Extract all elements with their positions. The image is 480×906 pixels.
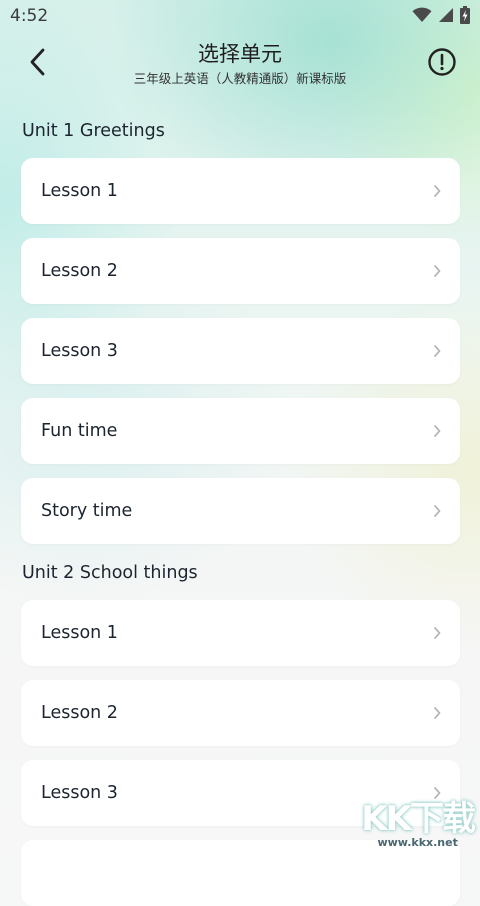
lesson-label: Lesson 2: [41, 703, 118, 723]
watermark-logo: KK下载: [361, 799, 476, 839]
lesson-item[interactable]: Lesson 3: [21, 318, 460, 384]
lesson-label: Lesson 2: [41, 261, 118, 281]
unit-title: Unit 1 Greetings: [22, 121, 165, 141]
lesson-label: Lesson 3: [41, 341, 118, 361]
unit-section: Unit 1 Greetings Lesson 1 Lesson 2 Lesso…: [0, 102, 480, 544]
lesson-label: Lesson 1: [41, 623, 118, 643]
chevron-right-icon: [432, 626, 442, 640]
battery-charging-icon: [460, 6, 470, 28]
lesson-label: Story time: [41, 501, 133, 521]
page-subtitle: 三年级上英语（人教精通版）新课标版: [133, 71, 347, 86]
info-circle-icon: [427, 47, 457, 81]
unit-list: Unit 1 Greetings Lesson 1 Lesson 2 Lesso…: [0, 102, 480, 906]
watermark-site: www.kkx.net: [377, 836, 458, 849]
watermark: KK下载 www.kkx.net: [361, 791, 476, 849]
lesson-item[interactable]: Lesson 1: [21, 158, 460, 224]
lesson-item[interactable]: Lesson 2: [21, 680, 460, 746]
lesson-item[interactable]: Lesson 2: [21, 238, 460, 304]
page-title: 选择单元: [198, 42, 282, 66]
chevron-right-icon: [432, 706, 442, 720]
signal-icon: [438, 7, 454, 27]
lesson-item[interactable]: Fun time: [21, 398, 460, 464]
lesson-item-partial[interactable]: [21, 840, 460, 906]
lesson-item[interactable]: Lesson 1: [21, 600, 460, 666]
chevron-right-icon: [432, 424, 442, 438]
info-button[interactable]: [422, 44, 462, 84]
chevron-right-icon: [432, 184, 442, 198]
header: 选择单元 三年级上英语（人教精通版）新课标版: [0, 32, 480, 102]
chevron-right-icon: [432, 264, 442, 278]
lesson-item[interactable]: Story time: [21, 478, 460, 544]
unit-title: Unit 2 School things: [22, 563, 198, 583]
status-icons: [412, 6, 470, 28]
chevron-right-icon: [432, 344, 442, 358]
status-time: 4:52: [10, 6, 49, 26]
wifi-icon: [412, 7, 432, 27]
lesson-label: Lesson 3: [41, 783, 118, 803]
unit-section: Unit 2 School things Lesson 1 Lesson 2 L…: [0, 544, 480, 906]
lesson-label: Lesson 1: [41, 181, 118, 201]
chevron-right-icon: [432, 504, 442, 518]
status-bar: 4:52: [0, 0, 480, 32]
lesson-label: Fun time: [41, 421, 118, 441]
